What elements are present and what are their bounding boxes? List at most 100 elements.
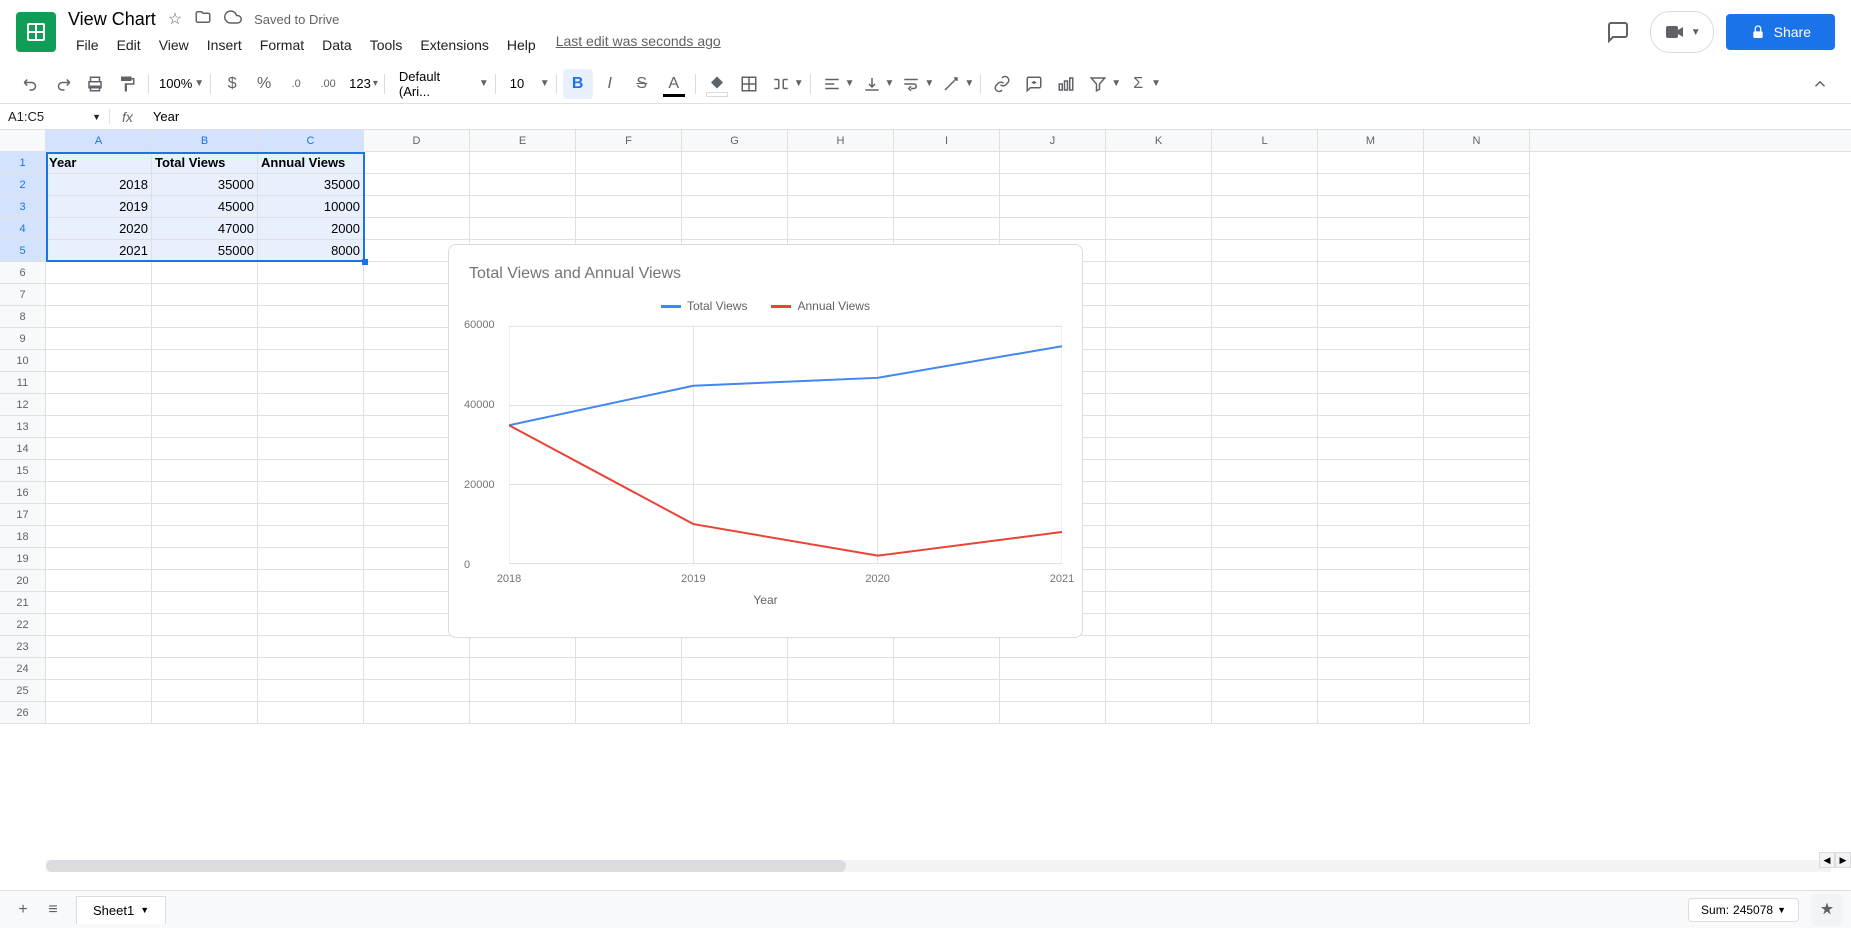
format-123[interactable]: 123 [345,74,375,93]
cell[interactable]: 10000 [258,196,364,218]
borders-icon[interactable] [734,69,764,99]
cell[interactable] [46,592,152,614]
row-header-20[interactable]: 20 [0,570,46,592]
meet-button[interactable]: ▼ [1650,11,1714,53]
cell[interactable] [258,460,364,482]
cell[interactable] [1000,152,1106,174]
chevron-down-icon[interactable]: ▼ [479,78,489,89]
cell[interactable] [470,196,576,218]
cell[interactable] [46,460,152,482]
cell[interactable]: 47000 [152,218,258,240]
cell[interactable] [1106,416,1212,438]
chevron-down-icon[interactable]: ▼ [194,78,204,89]
cell[interactable] [1318,482,1424,504]
row-header-11[interactable]: 11 [0,372,46,394]
row-header-4[interactable]: 4 [0,218,46,240]
sheets-logo[interactable] [16,12,56,52]
cell[interactable] [1318,438,1424,460]
cell[interactable] [46,636,152,658]
cell[interactable] [152,460,258,482]
cell[interactable] [152,482,258,504]
cell[interactable] [1106,196,1212,218]
menu-help[interactable]: Help [499,33,544,57]
cell[interactable] [1106,328,1212,350]
cell[interactable] [1424,240,1530,262]
cell[interactable] [1318,548,1424,570]
cell[interactable] [152,526,258,548]
cell[interactable] [46,306,152,328]
increase-decimal-icon[interactable]: .00 [313,69,343,99]
cell[interactable] [894,636,1000,658]
row-header-10[interactable]: 10 [0,350,46,372]
col-header-I[interactable]: I [894,130,1000,151]
cell[interactable] [152,680,258,702]
link-icon[interactable] [987,69,1017,99]
cell[interactable] [470,702,576,724]
currency-icon[interactable]: $ [217,69,247,99]
cell[interactable] [1212,438,1318,460]
cell[interactable] [152,372,258,394]
col-header-B[interactable]: B [152,130,258,151]
cell[interactable]: Total Views [152,152,258,174]
italic-icon[interactable]: I [595,69,625,99]
cell[interactable] [46,570,152,592]
percent-icon[interactable]: % [249,69,279,99]
row-header-25[interactable]: 25 [0,680,46,702]
v-align-icon[interactable] [857,69,887,99]
cell[interactable] [152,636,258,658]
cell[interactable] [1212,284,1318,306]
cell[interactable] [682,174,788,196]
row-header-8[interactable]: 8 [0,306,46,328]
cell[interactable] [152,504,258,526]
cell[interactable] [788,680,894,702]
cell[interactable] [894,174,1000,196]
cell[interactable] [470,152,576,174]
cell[interactable] [46,614,152,636]
cell[interactable] [258,636,364,658]
cell[interactable] [1318,306,1424,328]
cell[interactable] [1424,174,1530,196]
cell[interactable] [1106,394,1212,416]
cell[interactable] [470,174,576,196]
cell[interactable] [470,218,576,240]
row-header-19[interactable]: 19 [0,548,46,570]
menu-data[interactable]: Data [314,33,360,57]
cell[interactable] [1212,614,1318,636]
cell[interactable] [1000,196,1106,218]
cell[interactable] [682,680,788,702]
col-header-A[interactable]: A [46,130,152,151]
cell[interactable] [1424,284,1530,306]
cell[interactable] [364,702,470,724]
cell[interactable] [788,174,894,196]
cell[interactable] [46,702,152,724]
cell[interactable] [1106,350,1212,372]
decrease-decimal-icon[interactable]: .0 [281,69,311,99]
cell[interactable] [1106,152,1212,174]
share-button[interactable]: Share [1726,14,1835,50]
cell[interactable] [682,152,788,174]
cell[interactable] [1106,548,1212,570]
cell[interactable] [258,702,364,724]
row-header-3[interactable]: 3 [0,196,46,218]
add-sheet-icon[interactable]: + [8,895,38,925]
scroll-right-icon[interactable]: ▶ [1835,852,1851,868]
cell[interactable] [682,658,788,680]
cell[interactable] [1212,174,1318,196]
cell[interactable] [46,416,152,438]
cell[interactable]: 2021 [46,240,152,262]
cell[interactable] [1212,526,1318,548]
cell[interactable] [1212,262,1318,284]
cell[interactable] [1318,592,1424,614]
row-header-26[interactable]: 26 [0,702,46,724]
cell[interactable] [46,680,152,702]
fill-color-icon[interactable] [702,69,732,99]
cell[interactable] [1318,372,1424,394]
row-header-23[interactable]: 23 [0,636,46,658]
cell[interactable] [894,218,1000,240]
cell[interactable] [1106,240,1212,262]
strikethrough-icon[interactable]: S [627,69,657,99]
cell[interactable] [258,570,364,592]
horizontal-scrollbar[interactable] [46,860,1831,872]
cell[interactable]: 2018 [46,174,152,196]
row-header-22[interactable]: 22 [0,614,46,636]
